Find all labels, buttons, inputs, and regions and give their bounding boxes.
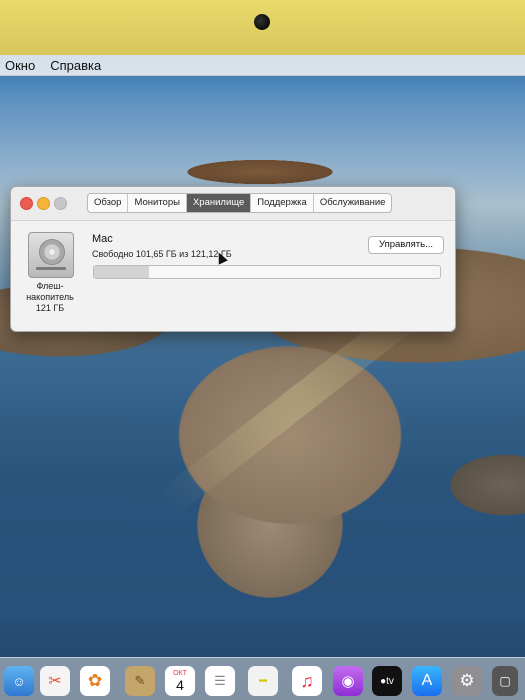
minimize-button[interactable]	[37, 197, 50, 210]
disk-label-line2: накопитель	[26, 292, 74, 302]
close-button[interactable]	[20, 197, 33, 210]
tab-displays[interactable]: Мониторы	[128, 194, 187, 212]
manage-button[interactable]: Управлять...	[368, 236, 444, 254]
music-icon[interactable]: ♫	[292, 666, 322, 696]
app-store-icon[interactable]: A	[412, 666, 442, 696]
zoom-button[interactable]	[54, 197, 67, 210]
disk-label: Флеш- накопитель 121 ГБ	[19, 281, 81, 314]
podcasts-icon[interactable]: ◉	[333, 666, 363, 696]
tv-icon[interactable]: ●tv	[372, 666, 402, 696]
disk-size: 121 ГБ	[35, 303, 65, 313]
tab-storage[interactable]: Хранилище	[186, 194, 252, 212]
trash-icon[interactable]: ▢	[492, 666, 518, 696]
volume-name: Mac	[92, 233, 113, 245]
desktop: Окно Справка Обзор Мониторы Хранилище По…	[0, 55, 525, 700]
photos-icon[interactable]: ✿	[80, 666, 110, 696]
hard-drive-icon	[28, 232, 74, 278]
storage-usage-bar	[93, 265, 441, 279]
calendar-icon[interactable]: ОКТ 4	[165, 666, 195, 696]
storage-panel: Флеш- накопитель 121 ГБ Mac Свободно 101…	[11, 220, 455, 331]
finder-icon[interactable]: ☺	[4, 666, 34, 696]
disk-label-line1: Флеш-	[36, 281, 64, 291]
reminders-icon[interactable]: ☰	[205, 666, 235, 696]
calendar-day: 4	[176, 676, 184, 693]
tab-overview[interactable]: Обзор	[88, 194, 129, 212]
tools-icon[interactable]: ✂	[40, 666, 70, 696]
notes-icon[interactable]: ✎	[125, 666, 155, 696]
laptop-bezel	[0, 0, 525, 55]
tab-bar: Обзор Мониторы Хранилище Поддержка Обслу…	[87, 193, 393, 213]
settings-icon[interactable]: ⚙	[452, 666, 482, 696]
stickies-icon[interactable]: ━	[248, 666, 278, 696]
about-this-mac-window: Обзор Мониторы Хранилище Поддержка Обслу…	[10, 186, 456, 332]
camera-icon	[254, 14, 270, 30]
tab-support[interactable]: Поддержка	[251, 194, 314, 212]
dock: ☺ ✂ ✿ ✎ ОКТ 4 ☰ ━ ♫ ◉ ●tv A ⚙ ▢	[0, 657, 525, 700]
menu-help[interactable]: Справка	[50, 58, 101, 73]
tab-service[interactable]: Обслуживание	[314, 194, 392, 212]
menu-bar: Окно Справка	[0, 55, 525, 76]
storage-usage-fill	[94, 266, 150, 278]
calendar-month: ОКТ	[173, 669, 187, 677]
volume-free-space: Свободно 101,65 ГБ из 121,12 ГБ	[92, 249, 232, 259]
menu-window[interactable]: Окно	[5, 58, 35, 73]
